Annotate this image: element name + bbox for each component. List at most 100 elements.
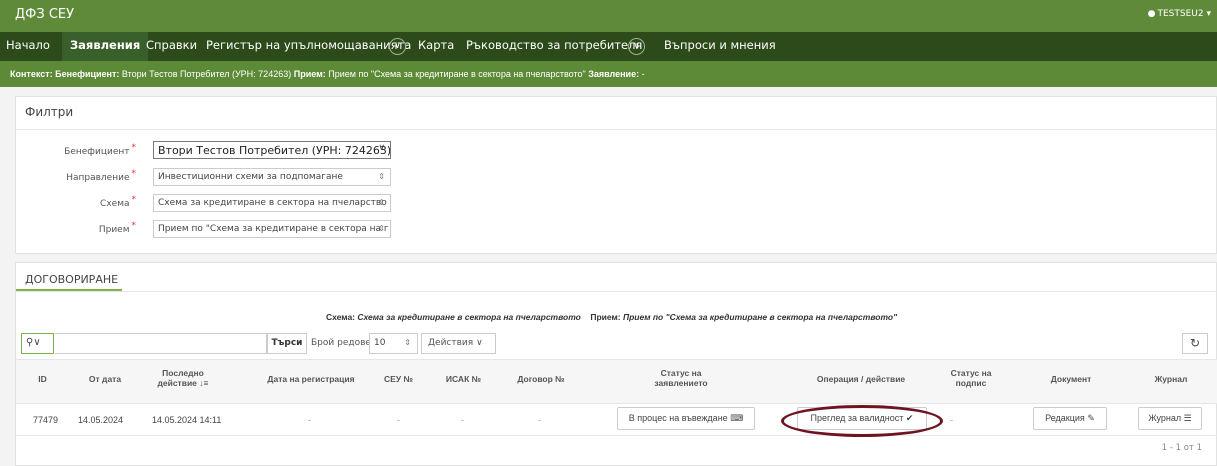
chevron-down-icon: ∨: [476, 338, 483, 348]
refresh-icon: ↻: [1189, 336, 1201, 350]
scheme-label-text: Схема: [100, 199, 130, 209]
cell-from-date: 14.05.2024: [78, 415, 124, 425]
context-intake-label: Прием:: [293, 69, 326, 79]
col-status[interactable]: Статус на заявлението: [611, 368, 751, 388]
context-intake-value: Прием по "Схема за кредитиране в сектора…: [328, 69, 586, 79]
list-icon: ☰: [1183, 413, 1192, 423]
cell-seu-no: -: [397, 415, 400, 425]
user-menu[interactable]: ● TESTSEU2 ▾: [1148, 9, 1211, 19]
app-title: ДФЗ СЕУ: [15, 7, 75, 22]
user-name: TESTSEU2: [1157, 9, 1204, 19]
divider: [16, 129, 1216, 130]
chevron-down-icon: ∨: [378, 143, 385, 153]
actions-dropdown[interactable]: Действия ∨: [421, 333, 496, 354]
search-field-menu[interactable]: ⚲∨: [21, 333, 54, 354]
col-operation[interactable]: Операция / действие: [791, 374, 931, 384]
schema-summary: Схема: Схема за кредитиране в сектора на…: [326, 312, 897, 322]
edit-button[interactable]: Редакция ✎: [1033, 407, 1107, 430]
intake-label: Прием *: [16, 221, 136, 235]
chevron-down-icon: ∨: [33, 337, 41, 348]
col-document[interactable]: Документ: [1031, 374, 1111, 384]
col-isak-no[interactable]: ИСАК №: [436, 374, 491, 384]
scheme-select-value: Схема за кредитиране в сектора на пчелар…: [158, 198, 387, 208]
col-from-date[interactable]: От дата: [80, 374, 130, 384]
direction-select-value: Инвестиционни схеми за подпомагане: [158, 172, 343, 182]
context-application-value: -: [641, 69, 645, 79]
required-marker: *: [131, 169, 137, 179]
refresh-button[interactable]: ↻: [1182, 333, 1208, 354]
sort-arrows-icon: ⇕: [378, 172, 385, 181]
col-reg-date[interactable]: Дата на регистрация: [256, 374, 366, 384]
nav-reports[interactable]: Справки: [146, 38, 197, 52]
scheme-select[interactable]: Схема за кредитиране в сектора на пчелар…: [153, 194, 391, 212]
cell-id: 77479: [33, 415, 59, 425]
context-text: Контекст: Бенефициент: Втори Тестов Потр…: [10, 69, 645, 79]
user-icon: ●: [1147, 9, 1156, 19]
rows-per-page-value: 10: [374, 338, 386, 348]
required-marker: *: [131, 195, 137, 205]
tab-contracting[interactable]: ДОГОВОРИРАНЕ: [25, 273, 118, 286]
rows-per-page-select[interactable]: 10 ⇕: [369, 333, 418, 354]
filters-panel: Филтри Бенефициент * Втори Тестов Потреби…: [15, 96, 1217, 254]
pagination-info: 1 - 1 от 1: [1161, 443, 1202, 453]
scheme-label: Схема *: [16, 195, 136, 209]
status-badge[interactable]: В процес на въвеждане ⌨: [617, 407, 755, 430]
sort-arrows-icon: ⇕: [378, 224, 385, 233]
rows-per-page-label: Брой редове: [311, 338, 371, 348]
nav-applications[interactable]: Заявления: [62, 32, 149, 61]
nav-map[interactable]: Карта: [418, 38, 454, 52]
col-last-action-line2: действие: [157, 378, 197, 388]
search-button[interactable]: Търси: [267, 333, 307, 354]
edit-label: Редакция: [1045, 413, 1085, 423]
operation-text: Преглед за валидност: [810, 413, 904, 423]
chevron-down-icon[interactable]: ∨: [628, 38, 645, 55]
search-input[interactable]: [55, 333, 267, 354]
sort-arrows-icon: ⇕: [404, 338, 411, 347]
col-sign-line1: Статус на: [950, 368, 992, 378]
contracting-panel: ДОГОВОРИРАНЕ Схема: Схема за кредитиране…: [15, 262, 1217, 466]
nav-home[interactable]: Начало: [6, 38, 50, 52]
divider: [16, 435, 1217, 436]
context-application-label: Заявление:: [588, 69, 640, 79]
context-beneficiary-label: Бенефициент:: [55, 69, 120, 79]
beneficiary-label-text: Бенефициент: [64, 147, 130, 157]
intake-summary-label: Прием:: [590, 312, 621, 322]
beneficiary-select[interactable]: Втори Тестов Потребител (УРН: 724263) ∨: [153, 141, 391, 159]
schema-summary-value: Схема за кредитиране в сектора на пчелар…: [357, 312, 581, 322]
col-journal[interactable]: Журнал: [1136, 374, 1206, 384]
direction-select[interactable]: Инвестиционни схеми за подпомагане ⇕: [153, 168, 391, 186]
filters-title: Филтри: [25, 105, 74, 119]
sort-desc-icon: ↓≡: [199, 378, 209, 388]
check-circle-icon: ✔: [905, 413, 914, 423]
col-id[interactable]: ID: [30, 374, 55, 384]
journal-button[interactable]: Журнал ☰: [1138, 407, 1202, 430]
validity-check-button[interactable]: Преглед за валидност ✔: [797, 407, 927, 430]
direction-label: Направление *: [16, 169, 136, 183]
col-contract-no[interactable]: Договор №: [506, 374, 576, 384]
required-marker: *: [131, 143, 137, 153]
direction-label-text: Направление: [66, 173, 130, 183]
actions-label: Действия: [428, 338, 474, 348]
cell-isak-no: -: [461, 415, 464, 425]
nav-questions[interactable]: Въпроси и мнения: [664, 38, 776, 52]
required-marker: *: [131, 221, 137, 231]
intake-select-value: Прием по "Схема за кредитиране в сектора…: [158, 224, 389, 234]
col-last-action[interactable]: Последно действие ↓≡: [148, 368, 218, 388]
intake-summary-value: Прием по "Схема за кредитиране в сектора…: [622, 312, 898, 322]
cell-last-action: 14.05.2024 14:11: [152, 415, 222, 425]
col-sign-status[interactable]: Статус на подпис: [936, 368, 1006, 388]
top-bar: ДФЗ СЕУ ● TESTSEU2 ▾: [0, 0, 1217, 32]
context-label: Контекст:: [10, 69, 53, 79]
chevron-down-icon[interactable]: ∨: [389, 38, 406, 55]
beneficiary-label: Бенефициент *: [16, 143, 136, 157]
nav-authorizations[interactable]: Регистър на упълномощаванията: [206, 38, 411, 52]
cell-sign-status: -: [950, 415, 953, 425]
context-beneficiary-value: Втори Тестов Потребител (УРН: 724263): [121, 69, 292, 79]
cell-contract-no: -: [538, 415, 541, 425]
keyboard-icon: ⌨: [730, 413, 744, 423]
journal-label: Журнал: [1148, 413, 1182, 423]
nav-user-guide[interactable]: Ръководство за потребителя: [466, 38, 642, 52]
intake-select[interactable]: Прием по "Схема за кредитиране в сектора…: [153, 220, 391, 238]
sort-arrows-icon: ⇕: [378, 198, 385, 207]
col-seu-no[interactable]: СЕУ №: [376, 374, 421, 384]
